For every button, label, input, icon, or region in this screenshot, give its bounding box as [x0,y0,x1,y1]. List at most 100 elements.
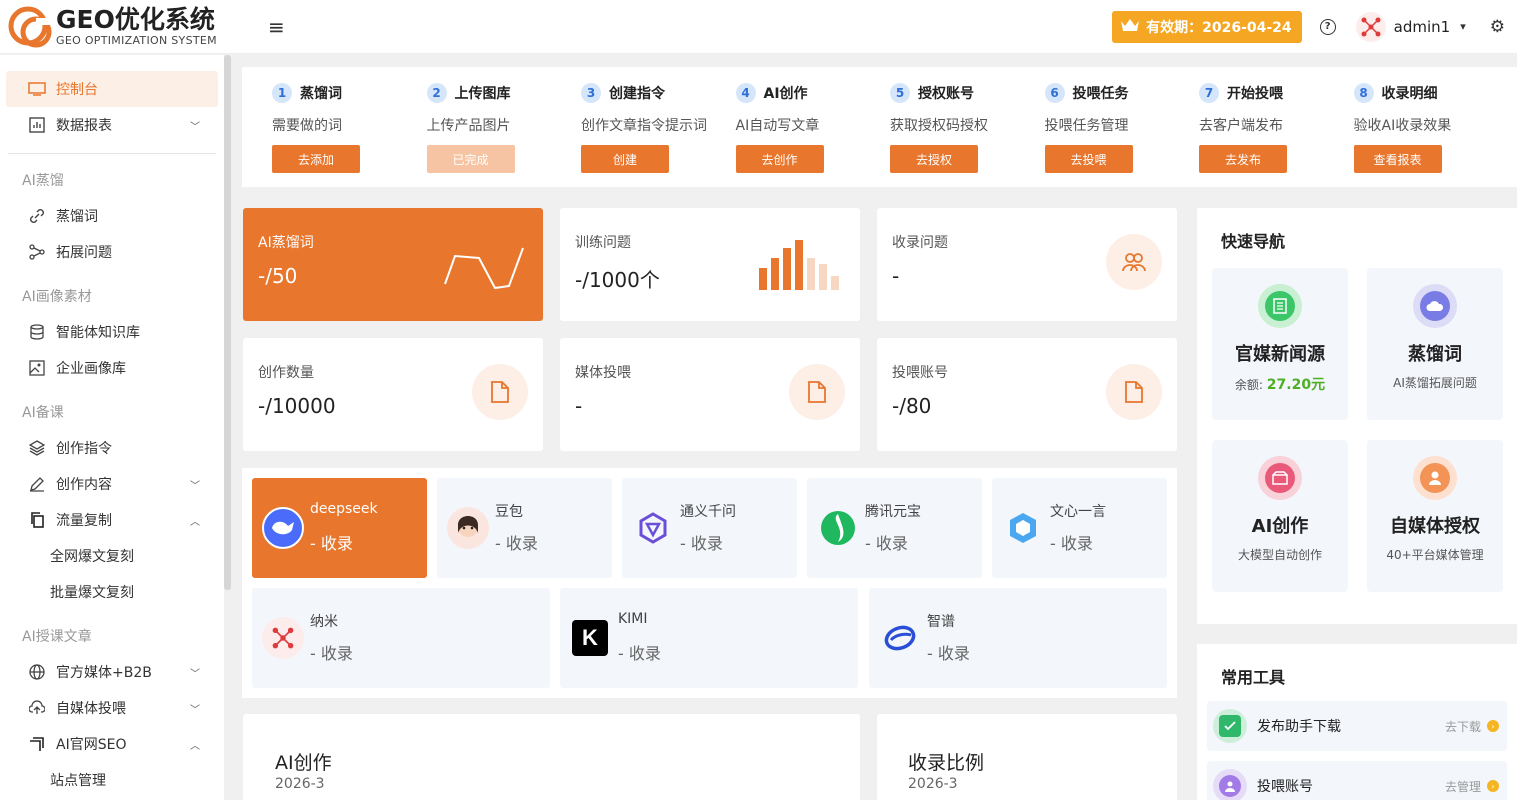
sidebar-item-knowledge-base[interactable]: 智能体知识库 [6,314,218,350]
sidebar-item-ai-seo[interactable]: AI官网SEO ︿ [6,726,218,762]
step-7-button[interactable]: 去发布 [1199,145,1287,173]
share-icon [28,243,46,261]
sidebar-group-ai-material: AI画像素材 [22,289,92,305]
sidebar-item-label: 智能体知识库 [56,325,140,341]
stat-label: 媒体投喂 [575,365,631,381]
step-1-button[interactable]: 去添加 [272,145,360,173]
doubao-icon [447,507,489,549]
stat-card-distill[interactable]: AI蒸馏词 -/50 [243,208,543,321]
sidebar-item-official-media[interactable]: 官方媒体+B2B ﹀ [6,654,218,690]
quick-nav-official-media[interactable]: 官媒新闻源 余额: 27.20元 [1212,268,1348,420]
tool-action[interactable]: 去下载 [1445,718,1481,735]
sidebar-item-label: 企业画像库 [56,361,126,377]
app-logo[interactable]: GEO优化系统 GEO OPTIMIZATION SYSTEM [8,4,248,50]
chevron-down-icon: ﹀ [190,668,200,680]
news-icon [1258,284,1302,328]
sidebar-subitem-batch-copy[interactable]: 批量爆文复刻 [0,574,224,610]
chevron-down-icon[interactable]: ▾ [1460,20,1466,33]
validity-badge[interactable]: 有效期：2026-04-24 [1112,10,1302,43]
step-2: 2 上传图库 上传产品图片 已完成 [426,83,582,187]
sidebar-item-label: 拓展问题 [56,245,112,261]
platform-nami[interactable]: 纳米 - 收录 [252,588,550,688]
balance-label: 余额: [1234,378,1263,392]
sidebar-item-distill-words[interactable]: 蒸馏词 [6,198,218,234]
step-6-button[interactable]: 去投喂 [1044,145,1133,173]
link-icon [28,207,46,225]
tool-publish-helper[interactable]: 发布助手下载 去下载 › [1207,701,1507,751]
sidebar-item-reports[interactable]: 数据报表 ﹀ [6,107,218,143]
step-8-button[interactable]: 查看报表 [1353,145,1442,173]
sidebar-item-create-content[interactable]: 创作内容 ﹀ [6,466,218,502]
sidebar-item-label: 官方媒体+B2B [56,665,152,681]
avatar[interactable] [1355,11,1386,42]
sidebar-item-traffic-copy[interactable]: 流量复制 ︿ [6,502,218,538]
stat-value: -/10000 [258,394,336,418]
step-4: 4 AI创作 AI自动写文章 去创作 [735,83,891,187]
sidebar-subitem-network-copy[interactable]: 全网爆文复刻 [0,538,224,574]
sidebar-scrollbar[interactable] [224,55,231,590]
ai-platforms-panel: deepseek - 收录 豆包 - 收录 通义千问 - 收录 腾讯元宝 - 收… [242,468,1177,698]
tool-action[interactable]: 去管理 [1445,778,1481,795]
stat-card-media[interactable]: 媒体投喂 - [560,338,860,451]
step-desc: 获取授权码授权 [890,118,988,134]
stat-card-created[interactable]: 创作数量 -/10000 [243,338,543,451]
platform-name: 智谱 [927,614,955,630]
help-icon[interactable]: ? [1319,18,1336,35]
step-3-button[interactable]: 创建 [581,145,669,173]
platform-deepseek[interactable]: deepseek - 收录 [252,478,427,578]
clipboard-icon [1213,709,1247,743]
platform-name: KIMI [618,611,648,627]
quick-nav-ai-creation[interactable]: AI创作 大模型自动创作 [1212,440,1348,592]
common-tools-panel: 常用工具 发布助手下载 去下载 › 投喂账号 去管理 › [1197,644,1517,800]
stat-label: AI蒸馏词 [258,235,314,251]
platform-tongyi[interactable]: 通义千问 - 收录 [622,478,797,578]
stat-card-training[interactable]: 训练问题 -/1000个 [560,208,860,321]
sidebar-item-dashboard[interactable]: 控制台 [6,71,218,107]
document-icon [472,364,528,420]
quick-nav-item-sub: 大模型自动创作 [1237,548,1322,562]
index-ratio-card: 收录比例 2026-3 [877,714,1177,800]
username[interactable]: admin1 [1394,18,1451,36]
platform-zhipu[interactable]: 智谱 - 收录 [869,588,1167,688]
sidebar-item-expand-questions[interactable]: 拓展问题 [6,234,218,270]
quick-nav-self-media-auth[interactable]: 自媒体授权 40+平台媒体管理 [1367,440,1503,592]
sidebar-item-label: 创作指令 [56,441,112,457]
menu-toggle-icon[interactable]: ≡ [268,15,285,39]
trend-line-icon [444,247,524,290]
chevron-down-icon: ﹀ [190,480,200,492]
platform-value: - 收录 [618,644,661,663]
platform-doubao[interactable]: 豆包 - 收录 [437,478,612,578]
stat-card-accounts[interactable]: 投喂账号 -/80 [877,338,1177,451]
chevron-down-icon: ﹀ [190,704,200,716]
step-title: 创建指令 [609,86,665,102]
sidebar-item-image-library[interactable]: 企业画像库 [6,350,218,386]
gear-icon[interactable]: ⚙ [1490,17,1505,37]
step-4-button[interactable]: 去创作 [735,145,824,173]
platform-value: - 收录 [865,534,908,553]
step-desc: 需要做的词 [272,118,342,134]
step-5-button[interactable]: 去授权 [890,145,978,173]
sidebar-item-self-media[interactable]: 自媒体投喂 ﹀ [6,690,218,726]
stat-label: 创作数量 [258,365,314,381]
sidebar-group-ai-prep: AI备课 [22,405,64,421]
sidebar-subitem-site-manage[interactable]: 站点管理 [0,762,224,798]
tool-name: 发布助手下载 [1257,719,1341,735]
platform-name: 豆包 [495,504,523,520]
stat-card-indexed[interactable]: 收录问题 - [877,208,1177,321]
platform-wenxin[interactable]: 文心一言 - 收录 [992,478,1167,578]
ai-creation-subtitle: 2026-3 [275,776,325,792]
quick-nav-item-sub: 40+平台媒体管理 [1386,548,1484,562]
platform-kimi[interactable]: K KIMI - 收录 [560,588,858,688]
sidebar-group-ai-teach: AI授课文章 [22,629,92,645]
platform-yuanbao[interactable]: 腾讯元宝 - 收录 [807,478,982,578]
sidebar-item-create-instructions[interactable]: 创作指令 [6,430,218,466]
chevron-right-icon: › [1487,720,1499,732]
globe-icon [28,663,46,681]
step-title: 开始投喂 [1227,86,1283,102]
document-icon [1106,364,1162,420]
step-desc: 创作文章指令提示词 [581,118,707,134]
tool-feed-accounts[interactable]: 投喂账号 去管理 › [1207,761,1507,800]
step-2-button[interactable]: 已完成 [426,145,515,173]
quick-nav-distill[interactable]: 蒸馏词 AI蒸馏拓展问题 [1367,268,1503,420]
stat-label: 投喂账号 [892,365,948,381]
